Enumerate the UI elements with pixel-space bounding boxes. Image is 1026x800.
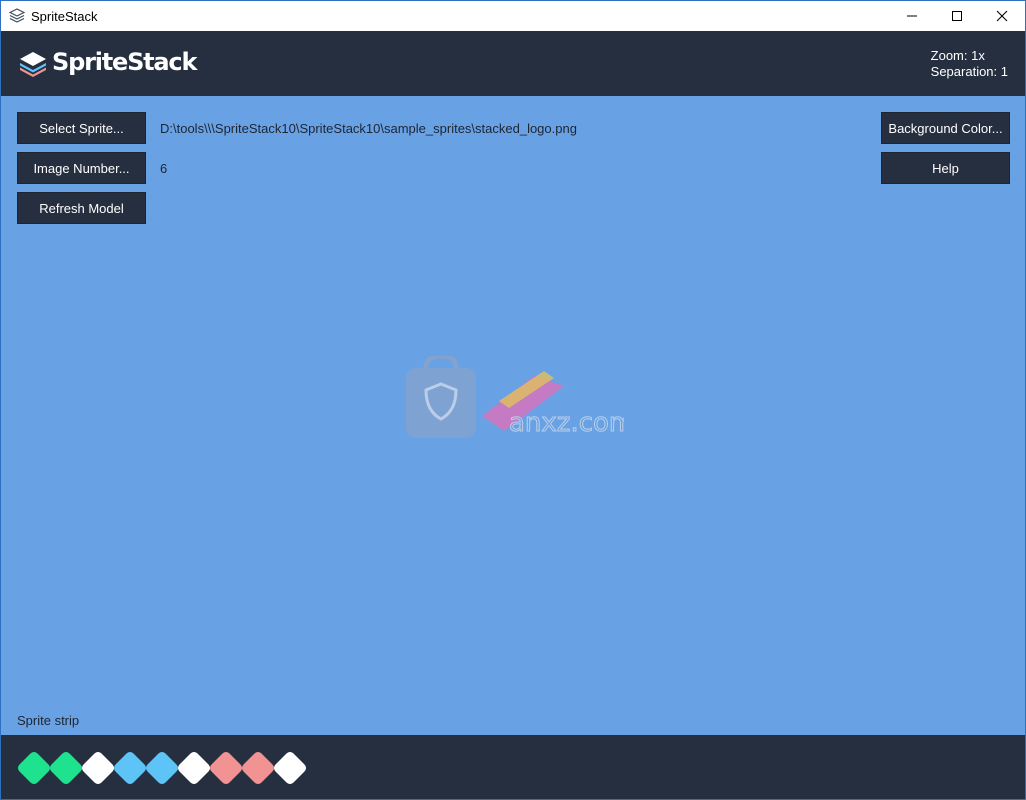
sprite-frame[interactable] [48, 750, 84, 786]
separation-label: Separation: 1 [930, 64, 1008, 79]
maximize-button[interactable] [934, 1, 980, 31]
sprite-frame[interactable] [240, 750, 276, 786]
sprite-frame[interactable] [144, 750, 180, 786]
zoom-info: Zoom: 1x Separation: 1 [931, 48, 1008, 80]
minimize-icon [907, 15, 917, 17]
minimize-button[interactable] [889, 1, 935, 31]
maximize-icon [952, 11, 962, 21]
svg-text:anxz.com: anxz.com [509, 408, 624, 438]
close-icon [996, 10, 1008, 22]
logo-text: SpriteStack [52, 48, 197, 76]
sprite-frame[interactable] [112, 750, 148, 786]
model-viewport[interactable]: Select Sprite... D:\tools\\\SpriteStack1… [1, 96, 1025, 735]
sprite-strip-label: Sprite strip [17, 713, 80, 728]
sprite-strip[interactable] [1, 735, 1025, 799]
sprite-path-text: D:\tools\\\SpriteStack10\SpriteStack10\s… [160, 121, 577, 136]
sprite-frame[interactable] [176, 750, 212, 786]
app-header: SpriteStack Zoom: 1x Separation: 1 [1, 31, 1025, 96]
image-number-value: 6 [160, 161, 168, 176]
refresh-model-button[interactable]: Refresh Model [17, 192, 146, 224]
background-color-button[interactable]: Background Color... [881, 112, 1010, 144]
help-button[interactable]: Help [881, 152, 1010, 184]
zoom-label: Zoom: 1x [930, 48, 985, 63]
stack-logo-icon [20, 52, 46, 77]
window-title: SpriteStack [31, 9, 98, 24]
close-button[interactable] [979, 1, 1025, 31]
title-bar[interactable]: SpriteStack [1, 1, 1025, 31]
sprite-frame[interactable] [272, 750, 308, 786]
app-window: SpriteStack SpriteStack Zoom: 1x Separat… [0, 0, 1026, 800]
sprite-frame[interactable] [16, 750, 52, 786]
sprite-frame[interactable] [80, 750, 116, 786]
select-sprite-button[interactable]: Select Sprite... [17, 112, 146, 144]
image-number-button[interactable]: Image Number... [17, 152, 146, 184]
app-icon [9, 8, 25, 23]
sprite-frame[interactable] [208, 750, 244, 786]
watermark-logo: anxz.com [406, 356, 624, 439]
